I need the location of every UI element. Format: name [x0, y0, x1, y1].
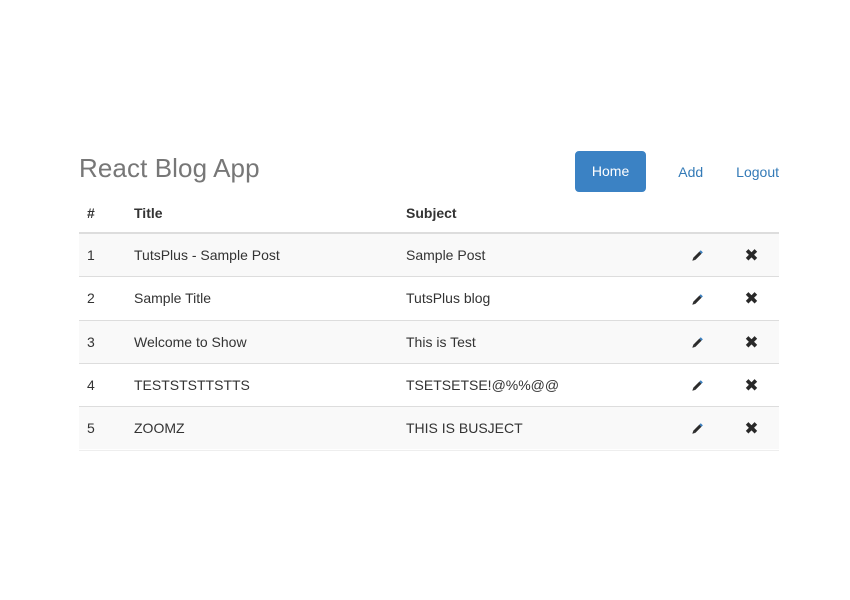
nav-add-link[interactable]: Add [678, 152, 703, 192]
cell-edit-action [670, 407, 724, 450]
cell-subject: THIS IS BUSJECT [398, 407, 670, 450]
cell-delete-action: ✖ [724, 320, 779, 363]
cell-delete-action: ✖ [724, 277, 779, 320]
table-row: 4 TESTSTSTTSTTS TSETSETSE!@%%@@ ✖ [79, 363, 779, 406]
cell-title: Welcome to Show [126, 320, 398, 363]
cell-subject: TSETSETSE!@%%@@ [398, 363, 670, 406]
pencil-icon[interactable] [688, 334, 706, 352]
cell-edit-action [670, 233, 724, 277]
cell-delete-action: ✖ [724, 233, 779, 277]
cell-title: ZOOMZ [126, 407, 398, 450]
cell-index: 5 [79, 407, 126, 450]
pencil-icon[interactable] [688, 420, 706, 438]
cell-title: TutsPlus - Sample Post [126, 233, 398, 277]
heavy-x-icon[interactable]: ✖ [744, 378, 758, 395]
cell-index: 4 [79, 363, 126, 406]
cell-title: Sample Title [126, 277, 398, 320]
heavy-x-icon[interactable]: ✖ [744, 291, 758, 308]
cell-delete-action: ✖ [724, 407, 779, 450]
blog-posts-table: # Title Subject 1 TutsPlus - Sample Post… [79, 195, 779, 449]
cell-edit-action [670, 363, 724, 406]
table-body: 1 TutsPlus - Sample Post Sample Post ✖ 2… [79, 233, 779, 449]
pencil-icon[interactable] [688, 377, 706, 395]
nav-logout-link[interactable]: Logout [736, 152, 779, 192]
app-page: React Blog App Home Add Logout # Title S… [0, 0, 850, 600]
heavy-x-icon[interactable]: ✖ [744, 421, 758, 438]
column-header-delete [724, 195, 779, 233]
nav-home-button[interactable]: Home [575, 151, 646, 192]
table-header-row: # Title Subject [79, 195, 779, 233]
heavy-x-icon[interactable]: ✖ [744, 248, 758, 265]
heavy-x-icon[interactable]: ✖ [744, 335, 758, 352]
pencil-icon[interactable] [688, 291, 706, 309]
page-title: React Blog App [79, 145, 260, 191]
cell-index: 1 [79, 233, 126, 277]
table-row: 3 Welcome to Show This is Test ✖ [79, 320, 779, 363]
content-container: React Blog App Home Add Logout # Title S… [79, 145, 779, 449]
footer-divider [79, 450, 779, 451]
column-header-index: # [79, 195, 126, 233]
column-header-title: Title [126, 195, 398, 233]
cell-title: TESTSTSTTSTTS [126, 363, 398, 406]
cell-index: 3 [79, 320, 126, 363]
table-row: 2 Sample Title TutsPlus blog ✖ [79, 277, 779, 320]
cell-index: 2 [79, 277, 126, 320]
cell-edit-action [670, 277, 724, 320]
table-row: 1 TutsPlus - Sample Post Sample Post ✖ [79, 233, 779, 277]
cell-subject: This is Test [398, 320, 670, 363]
cell-edit-action [670, 320, 724, 363]
cell-delete-action: ✖ [724, 363, 779, 406]
table-row: 5 ZOOMZ THIS IS BUSJECT ✖ [79, 407, 779, 450]
main-navigation: Home Add Logout [575, 151, 779, 192]
pencil-icon[interactable] [688, 247, 706, 265]
cell-subject: TutsPlus blog [398, 277, 670, 320]
table-header: # Title Subject [79, 195, 779, 233]
column-header-subject: Subject [398, 195, 670, 233]
app-header: React Blog App Home Add Logout [79, 145, 779, 193]
cell-subject: Sample Post [398, 233, 670, 277]
column-header-edit [670, 195, 724, 233]
